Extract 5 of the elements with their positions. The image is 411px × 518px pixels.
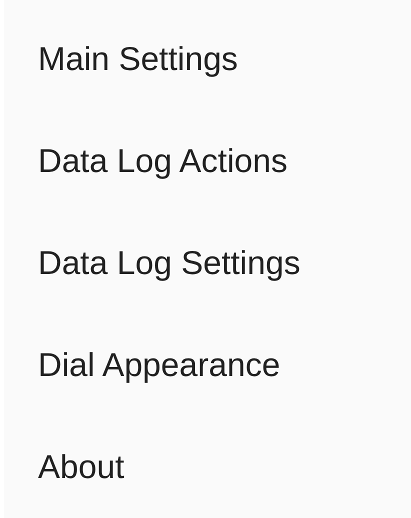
menu-item[interactable]: Data Log Actions bbox=[4, 110, 411, 212]
menu-item[interactable]: Data Log Settings bbox=[4, 212, 411, 314]
menu-item[interactable]: Main Settings bbox=[4, 8, 411, 110]
menu-item[interactable]: Dial Appearance bbox=[4, 314, 411, 416]
menu-item[interactable]: About bbox=[4, 416, 411, 518]
